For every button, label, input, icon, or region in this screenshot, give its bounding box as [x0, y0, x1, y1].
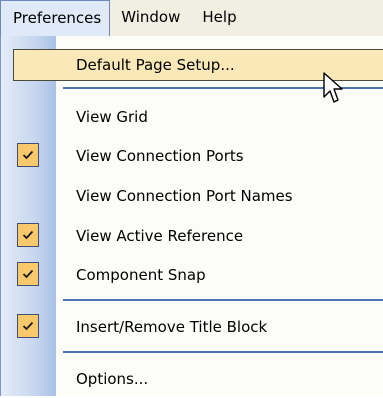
menu-item-label: Options...: [76, 370, 149, 388]
menu-item-view-connection-port-names[interactable]: View Connection Port Names: [1, 177, 383, 215]
checkmark-icon: [22, 269, 34, 279]
menu-item-label: Insert/Remove Title Block: [76, 318, 268, 336]
check-indicator: [17, 143, 39, 167]
checkmark-icon: [22, 150, 34, 160]
mouse-pointer-icon: [323, 72, 343, 103]
check-indicator: [17, 262, 39, 286]
menu-item-insert-remove-title-block[interactable]: Insert/Remove Title Block: [1, 308, 383, 346]
menu-item-label: View Connection Port Names: [76, 187, 293, 205]
menu-item-label: Component Snap: [76, 266, 206, 284]
checkmark-icon: [22, 321, 34, 331]
menu-help[interactable]: Help: [191, 0, 247, 36]
menu-item-view-active-reference[interactable]: View Active Reference: [1, 217, 383, 255]
check-indicator: [17, 314, 39, 338]
menu-item-label: View Grid: [76, 108, 148, 126]
checkmark-icon: [22, 230, 34, 240]
menu-item-view-connection-ports[interactable]: View Connection Ports: [1, 137, 383, 175]
menu-item-label: View Active Reference: [76, 227, 244, 245]
menu-bar: Preferences Window Help: [0, 0, 383, 37]
menu-window[interactable]: Window: [110, 0, 191, 36]
menu-item-label: View Connection Ports: [76, 147, 244, 165]
menu-item-component-snap[interactable]: Component Snap: [1, 256, 383, 294]
menu-preferences[interactable]: Preferences: [0, 0, 111, 36]
menu-item-options[interactable]: Options...: [1, 360, 383, 398]
check-indicator: [17, 223, 39, 247]
menu-item-label: Default Page Setup...: [76, 56, 235, 74]
menu-separator: [63, 299, 383, 301]
menu-separator: [63, 351, 383, 353]
